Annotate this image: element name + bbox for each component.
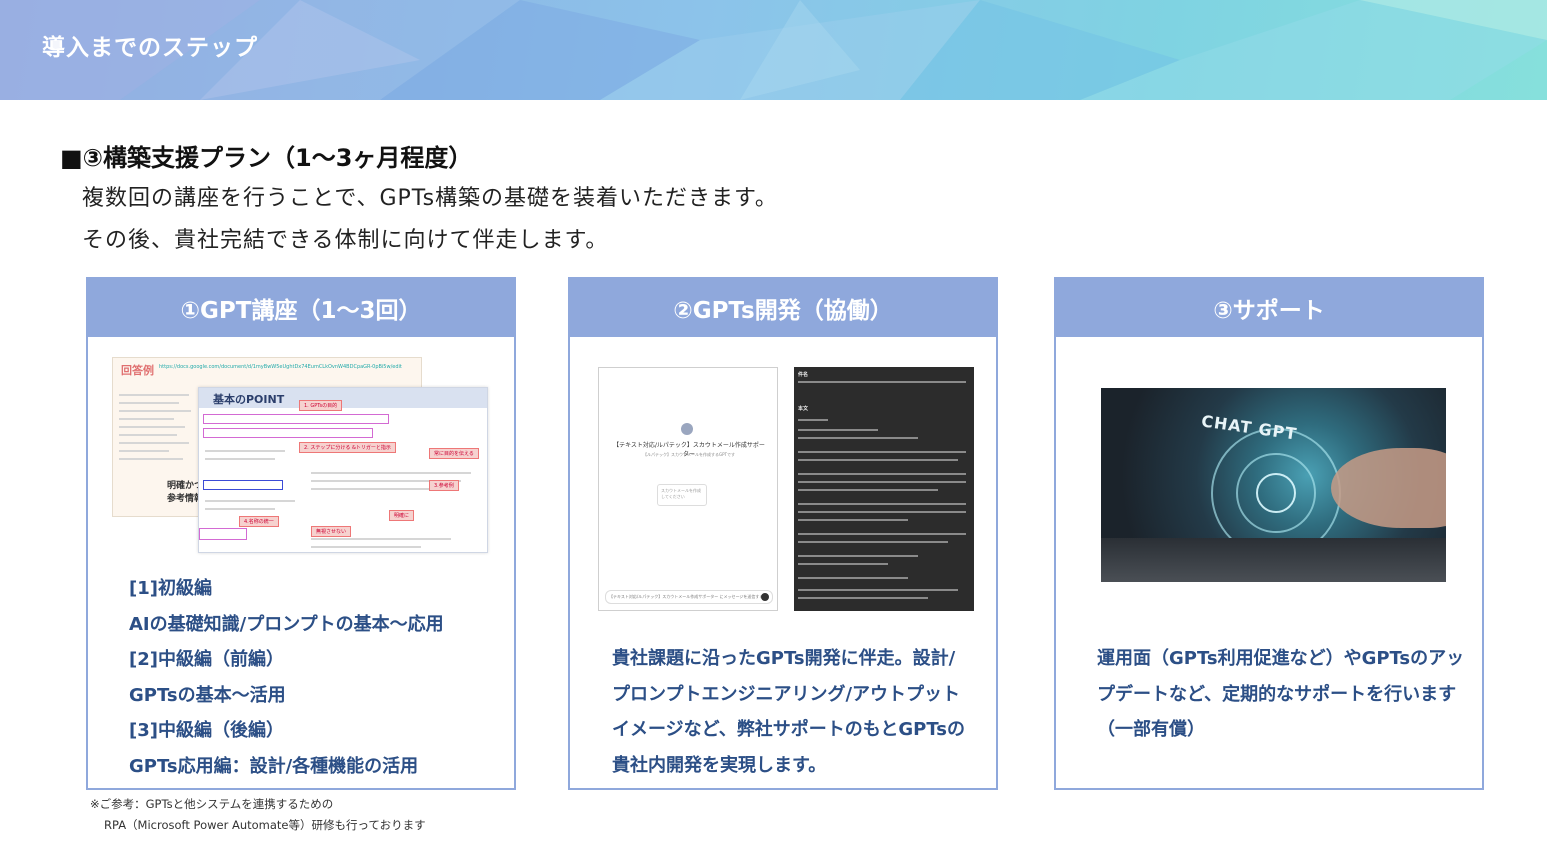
list-item: AIの基礎知識/プロンプトの基本〜応用	[129, 613, 444, 635]
basic-point-doc: 基本のPOINT 1. GPTsの目的 2. ステップに分ける &トリガーと指示…	[198, 387, 488, 553]
text-line	[311, 538, 451, 540]
highlight-box	[203, 414, 389, 424]
course-material-thumbnail: 回答例 https://docs.google.com/document/d/1…	[112, 357, 488, 553]
mail-label: 件名	[798, 372, 809, 378]
list-item: GPTsの基本〜活用	[129, 684, 286, 706]
text-line	[798, 437, 918, 439]
text-line	[798, 503, 966, 505]
text-line	[311, 472, 471, 474]
text-line	[119, 410, 191, 412]
plan-title: ■③構築支援プラン（1〜3ヶ月程度）	[60, 144, 473, 172]
text-line	[798, 451, 966, 453]
text-line	[798, 489, 938, 491]
gpts-chat-screenshot: 【テキスト対応/ルパテック】スカウトメール作成サポーター 【ルパテック】スカウト…	[598, 367, 778, 611]
header-banner: 導入までのステップ	[0, 0, 1547, 100]
highlight-box	[203, 428, 373, 438]
callout: 明確に	[389, 510, 415, 521]
callout: 3.参考例	[429, 480, 459, 491]
text-line	[119, 418, 174, 420]
text-line	[119, 442, 189, 444]
text-line	[205, 458, 275, 460]
callout: 4.名称の統一	[239, 516, 279, 527]
text-line	[119, 426, 185, 428]
text-line	[205, 500, 295, 502]
text-line	[798, 589, 958, 591]
page-title: 導入までのステップ	[42, 35, 258, 61]
text-line	[798, 481, 966, 483]
doc-link: https://docs.google.com/document/d/1myBw…	[159, 364, 402, 370]
text-line	[205, 450, 285, 452]
list-item: GPTs応用編：設計/各種機能の活用	[129, 755, 419, 777]
list-item: [1]初級編	[129, 578, 212, 599]
course-list: [1]初級編 AIの基礎知識/プロンプトの基本〜応用 [2]中級編（前編） GP…	[129, 571, 444, 784]
card-title: ②GPTs開発（協働）	[570, 279, 996, 337]
callout: 無視させない	[311, 526, 352, 537]
footnote-line: ※ご参考：GPTsと他システムを連携するための	[90, 797, 334, 811]
text-line	[798, 597, 928, 599]
highlight-box	[199, 528, 247, 540]
text-line	[798, 563, 888, 565]
scout-mail-screenshot: 件名 本文	[794, 367, 974, 611]
callout: 1. GPTsの目的	[299, 400, 343, 411]
decor-ring	[1256, 473, 1296, 513]
list-item: [2]中級編（前編）	[129, 649, 284, 670]
text-line	[311, 546, 421, 548]
text-line	[119, 458, 183, 460]
text-line	[798, 459, 958, 461]
hand-image	[1331, 448, 1446, 528]
text-line	[119, 450, 169, 452]
footnote-line: RPA（Microsoft Power Automate等）研修も行っております	[104, 818, 426, 832]
card-gpt-course: ①GPT講座（1〜3回） 回答例 https://docs.google.com…	[86, 277, 516, 790]
doc-tag: 回答例	[121, 364, 154, 377]
text-line	[798, 511, 966, 513]
text-line	[798, 555, 918, 557]
list-item: [3]中級編（後編）	[129, 720, 284, 741]
text-line	[798, 473, 966, 475]
intro-line: その後、貴社完結できる体制に向けて伴走します。	[82, 228, 609, 253]
text-line	[798, 381, 966, 383]
doc-header: 基本のPOINT	[199, 388, 487, 408]
mail-label: 本文	[798, 406, 809, 412]
support-description: 運用面（GPTs利用促進など）やGPTsのアップデートなど、定期的なサポートを行…	[1097, 648, 1465, 740]
text-line	[119, 434, 177, 436]
highlight-box	[203, 480, 283, 490]
starter-prompt: スカウトメールを作成してください	[657, 484, 707, 506]
gpt-logo-icon	[681, 423, 693, 435]
text-line	[205, 508, 275, 510]
chat-input: 【テキスト対応/ルパテック】スカウトメール作成サポーター にメッセージを送信する	[605, 590, 773, 604]
chatgpt-photo: CHAT GPT	[1101, 388, 1446, 582]
text-line	[798, 577, 908, 579]
callout: 2. ステップに分ける &トリガーと指示	[299, 442, 396, 453]
text-line	[798, 419, 828, 421]
text-line	[798, 429, 878, 431]
text-line	[119, 402, 179, 404]
text-line	[798, 519, 908, 521]
text-line	[311, 488, 431, 490]
doc-title: 基本のPOINT	[213, 393, 285, 406]
chat-subtitle: 【ルパテック】スカウトメールを作成するGPTです	[643, 452, 735, 457]
intro-line: 複数回の講座を行うことで、GPTs構築の基礎を装着いただきます。	[82, 186, 778, 211]
card-title: ①GPT講座（1〜3回）	[88, 279, 514, 337]
text-line	[798, 541, 948, 543]
text-line	[798, 533, 966, 535]
text-line	[119, 394, 189, 396]
callout: 常に目的を伝える	[429, 448, 479, 459]
send-icon	[761, 593, 769, 601]
card-support: ③サポート CHAT GPT 運用面（GPTs利用促進など）やGPTsのアップデ…	[1054, 277, 1484, 790]
development-description: 貴社課題に沿ったGPTs開発に伴走。設計/プロンプトエンジニアリング/アウトプッ…	[612, 648, 965, 776]
card-gpts-development: ②GPTs開発（協働） 【テキスト対応/ルパテック】スカウトメール作成サポーター…	[568, 277, 998, 790]
laptop-image	[1101, 538, 1446, 582]
card-title: ③サポート	[1056, 279, 1482, 337]
